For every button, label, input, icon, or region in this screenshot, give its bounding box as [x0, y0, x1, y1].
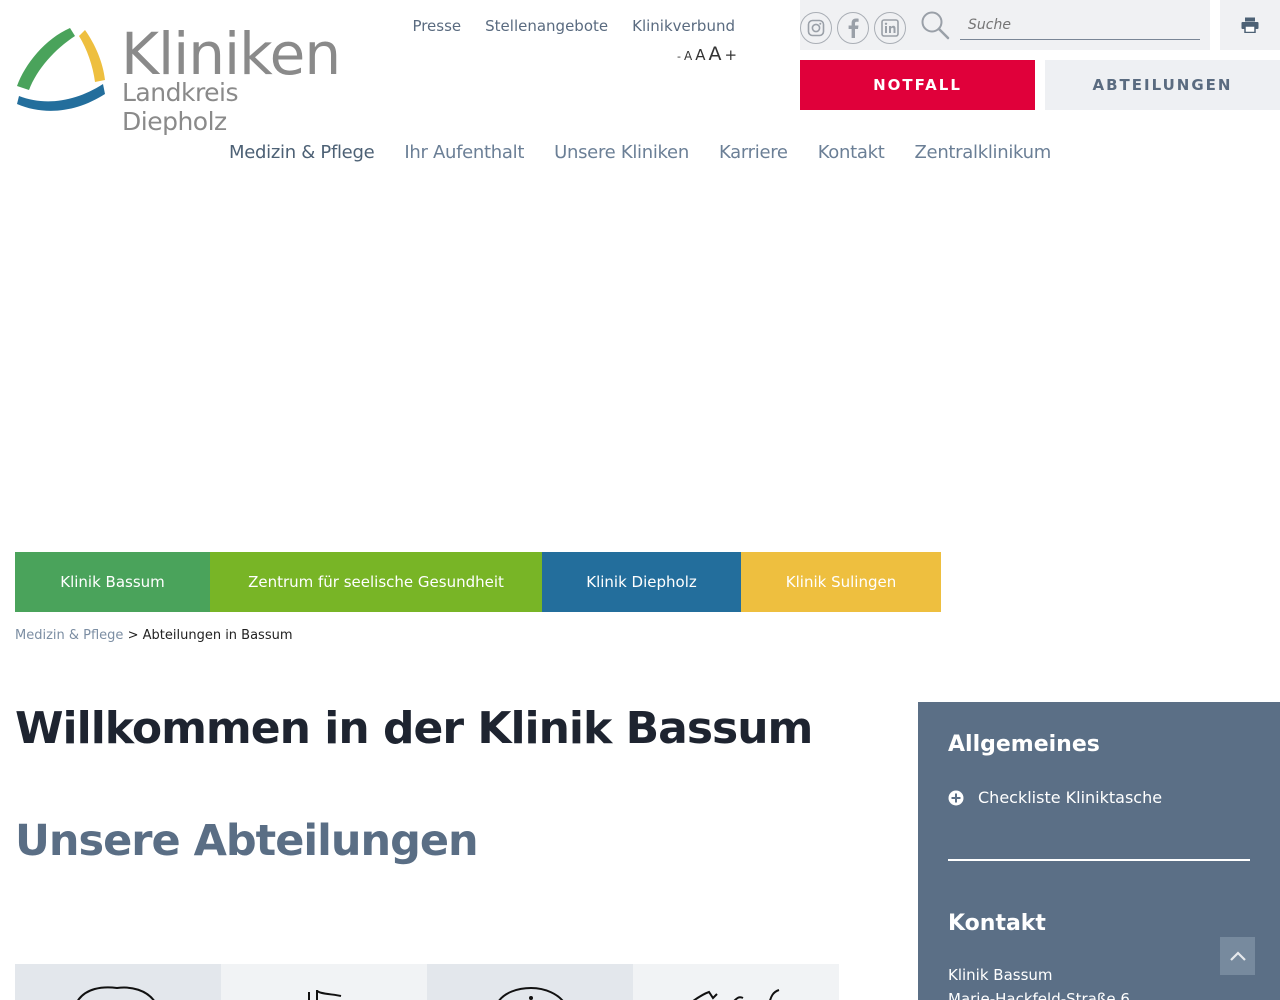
- search-icon[interactable]: [920, 10, 950, 44]
- toplink-presse[interactable]: Presse: [412, 17, 461, 35]
- font-size-small[interactable]: A: [684, 49, 692, 63]
- main-navigation: Medizin & Pflege Ihr Aufenthalt Unsere K…: [0, 142, 1280, 163]
- breadcrumb-parent[interactable]: Medizin & Pflege: [15, 628, 123, 643]
- breadcrumb-current: Abteilungen in Bassum: [142, 628, 293, 643]
- breadcrumb-separator: >: [127, 628, 139, 643]
- nav-karriere[interactable]: Karriere: [719, 142, 788, 163]
- breadcrumb: Medizin & Pflege > Abteilungen in Bassum: [15, 628, 293, 643]
- print-button[interactable]: [1220, 0, 1280, 50]
- contact-name: Klinik Bassum: [948, 966, 1053, 984]
- back-to-top-button[interactable]: [1220, 937, 1255, 975]
- nav-kontakt[interactable]: Kontakt: [818, 142, 885, 163]
- font-size-large[interactable]: A: [708, 43, 721, 65]
- tab-klinik-diepholz[interactable]: Klinik Diepholz: [542, 552, 741, 612]
- department-tiles: [15, 964, 839, 1000]
- font-size-controls: - A A A +: [677, 43, 740, 65]
- font-size-decrease[interactable]: -: [677, 50, 681, 63]
- print-icon: [1241, 17, 1259, 33]
- sidebar-divider: [948, 859, 1250, 861]
- checklist-label: Checkliste Kliniktasche: [978, 788, 1163, 807]
- toplink-klinikverbund[interactable]: Klinikverbund: [632, 17, 735, 35]
- nav-unsere-kliniken[interactable]: Unsere Kliniken: [554, 142, 689, 163]
- search-input[interactable]: [960, 10, 1200, 40]
- instagram-icon[interactable]: [800, 12, 832, 44]
- toplink-stellenangebote[interactable]: Stellenangebote: [485, 17, 608, 35]
- font-size-increase[interactable]: +: [724, 46, 737, 64]
- facebook-icon[interactable]: [837, 12, 869, 44]
- top-links: Presse Stellenangebote Klinikverbund: [412, 17, 735, 35]
- tab-klinik-sulingen[interactable]: Klinik Sulingen: [741, 552, 941, 612]
- font-size-medium[interactable]: A: [695, 46, 705, 64]
- linkedin-icon[interactable]: [874, 12, 906, 44]
- section-title: Unsere Abteilungen: [15, 816, 479, 866]
- department-icon: [308, 989, 342, 1000]
- clinic-tabs: Klinik Bassum Zentrum für seelische Gesu…: [15, 552, 941, 612]
- department-tile[interactable]: [221, 964, 427, 1000]
- nav-ihr-aufenthalt[interactable]: Ihr Aufenthalt: [404, 142, 524, 163]
- checklist-link[interactable]: Checkliste Kliniktasche: [948, 788, 1162, 807]
- department-tile[interactable]: [15, 964, 221, 1000]
- department-tile[interactable]: [427, 964, 633, 1000]
- department-tile[interactable]: [633, 964, 839, 1000]
- department-icon: [692, 989, 780, 1000]
- chevron-up-icon: [1229, 951, 1246, 961]
- abteilungen-button[interactable]: ABTEILUNGEN: [1045, 60, 1280, 110]
- plus-circle-icon: [948, 790, 964, 805]
- nav-medizin-pflege[interactable]: Medizin & Pflege: [229, 142, 375, 163]
- logo-subtitle: Landkreis Diepholz: [122, 78, 239, 136]
- notfall-button[interactable]: NOTFALL: [800, 60, 1035, 110]
- tab-seelische-gesundheit[interactable]: Zentrum für seelische Gesundheit: [210, 552, 542, 612]
- site-logo[interactable]: Kliniken Landkreis Diepholz: [15, 20, 345, 136]
- department-icon: [77, 986, 155, 1000]
- logo-mark-icon: [17, 28, 105, 111]
- nav-zentralklinikum[interactable]: Zentralklinikum: [915, 142, 1052, 163]
- sidebar-general-title: Allgemeines: [948, 732, 1100, 757]
- sidebar-contact-title: Kontakt: [948, 911, 1046, 936]
- contact-street: Marie-Hackfeld-Straße 6: [948, 990, 1130, 1000]
- tab-klinik-bassum[interactable]: Klinik Bassum: [15, 552, 210, 612]
- page-title: Willkommen in der Klinik Bassum: [15, 703, 813, 754]
- department-icon: [498, 986, 564, 1000]
